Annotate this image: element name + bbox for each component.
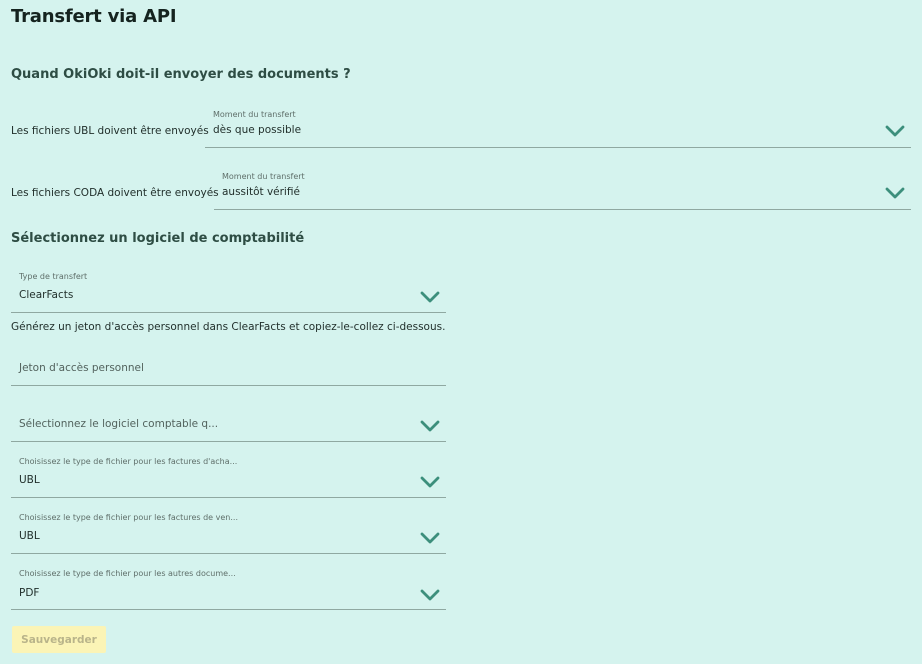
sales-invoice-filetype-select[interactable]: Choisissez le type de fichier pour les f… [11, 506, 446, 554]
accounting-software-placeholder: Sélectionnez le logiciel comptable q... [19, 418, 219, 430]
ubl-transfer-moment-value: dès que possible [213, 124, 302, 136]
page-title: Transfert via API [11, 6, 177, 27]
coda-transfer-moment-select[interactable]: Moment du transfert aussitôt vérifié [214, 165, 911, 210]
chevron-down-icon[interactable] [420, 291, 440, 303]
chevron-down-icon[interactable] [885, 187, 905, 199]
personal-token-placeholder: Jeton d'accès personnel [19, 362, 144, 374]
sales-invoice-filetype-value: UBL [19, 530, 40, 542]
token-help-text: Générez un jeton d'accès personnel dans … [11, 321, 446, 333]
ubl-transfer-moment-label: Moment du transfert [213, 110, 296, 119]
ubl-row-label: Les fichiers UBL doivent être envoyés [11, 125, 209, 137]
transfer-type-value: ClearFacts [19, 289, 74, 301]
personal-token-input[interactable]: Jeton d'accès personnel [11, 345, 446, 386]
coda-transfer-moment-value: aussitôt vérifié [222, 186, 300, 198]
api-transfer-page: Transfert via API Quand OkiOki doit-il e… [0, 0, 922, 664]
chevron-down-icon[interactable] [420, 420, 440, 432]
purchase-invoice-filetype-select[interactable]: Choisissez le type de fichier pour les f… [11, 450, 446, 498]
purchase-invoice-filetype-label: Choisissez le type de fichier pour les f… [19, 457, 238, 466]
purchase-invoice-filetype-value: UBL [19, 474, 40, 486]
chevron-down-icon[interactable] [420, 589, 440, 601]
chevron-down-icon[interactable] [420, 476, 440, 488]
schedule-heading: Quand OkiOki doit-il envoyer des documen… [11, 67, 351, 82]
other-documents-filetype-label: Choisissez le type de fichier pour les a… [19, 569, 236, 578]
coda-transfer-moment-label: Moment du transfert [222, 172, 305, 181]
chevron-down-icon[interactable] [885, 125, 905, 137]
software-heading: Sélectionnez un logiciel de comptabilité [11, 231, 305, 246]
other-documents-filetype-value: PDF [19, 587, 40, 599]
transfer-type-label: Type de transfert [19, 272, 88, 281]
coda-row-label: Les fichiers CODA doivent être envoyés [11, 187, 219, 199]
accounting-software-select[interactable]: Sélectionnez le logiciel comptable q... [11, 402, 446, 442]
other-documents-filetype-select[interactable]: Choisissez le type de fichier pour les a… [11, 562, 446, 610]
transfer-type-select[interactable]: Type de transfert ClearFacts [11, 265, 446, 313]
ubl-transfer-moment-select[interactable]: Moment du transfert dès que possible [205, 103, 911, 148]
sales-invoice-filetype-label: Choisissez le type de fichier pour les f… [19, 513, 238, 522]
save-button[interactable]: Sauvegarder [12, 626, 106, 653]
chevron-down-icon[interactable] [420, 532, 440, 544]
